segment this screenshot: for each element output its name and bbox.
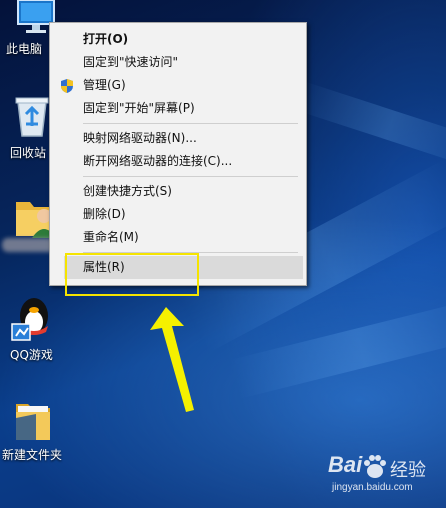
- highlight-box: [65, 253, 199, 296]
- menu-item-label: 固定到"开始"屏幕(P): [83, 101, 195, 115]
- desktop-icon-label: QQ游戏: [10, 348, 53, 362]
- desktop-icon-label: 新建文件夹: [2, 448, 63, 462]
- menu-separator: [83, 176, 298, 177]
- menu-separator: [83, 123, 298, 124]
- recycle-bin-icon: [15, 97, 49, 137]
- menu-item-label: 管理(G): [83, 78, 126, 92]
- menu-item-delete[interactable]: 删除(D): [50, 203, 306, 226]
- desktop-icon-qq-game[interactable]: QQ游戏: [0, 296, 68, 366]
- menu-item-label: 固定到"快速访问": [83, 55, 179, 69]
- menu-item-label: 映射网络驱动器(N)...: [83, 131, 197, 145]
- menu-item-create-shortcut[interactable]: 创建快捷方式(S): [50, 180, 306, 203]
- menu-item-map-drive[interactable]: 映射网络驱动器(N)...: [50, 127, 306, 150]
- menu-item-pin-quick-access[interactable]: 固定到"快速访问": [50, 51, 306, 74]
- watermark-brand-right: 经验: [390, 460, 426, 480]
- menu-item-disconnect-drive[interactable]: 断开网络驱动器的连接(C)...: [50, 150, 306, 173]
- menu-item-label: 重命名(M): [83, 230, 139, 244]
- admin-shield-icon: [61, 79, 73, 93]
- menu-item-rename[interactable]: 重命名(M): [50, 226, 306, 249]
- baidu-watermark: Bai 经验 jingyan.baidu.com: [326, 452, 446, 504]
- menu-item-open[interactable]: 打开(O): [50, 28, 306, 51]
- menu-item-pin-start[interactable]: 固定到"开始"屏幕(P): [50, 97, 306, 120]
- context-menu: 打开(O) 固定到"快速访问" 管理(G) 固定到"开始"屏幕(P) 映射网络驱…: [49, 22, 307, 286]
- menu-item-label: 断开网络驱动器的连接(C)...: [83, 154, 233, 168]
- qq-penguin-icon: [11, 298, 48, 341]
- watermark-url: jingyan.baidu.com: [332, 482, 413, 493]
- menu-item-label: 创建快捷方式(S): [83, 184, 172, 198]
- paw-icon: [364, 455, 386, 478]
- menu-item-label: 删除(D): [83, 207, 126, 221]
- desktop-icon-new-folder[interactable]: 新建文件夹: [0, 398, 64, 464]
- menu-item-label: 打开(O): [83, 32, 129, 46]
- watermark-brand-left: Bai: [328, 452, 363, 477]
- folder-icon: [16, 404, 50, 440]
- menu-item-manage[interactable]: 管理(G): [50, 74, 306, 97]
